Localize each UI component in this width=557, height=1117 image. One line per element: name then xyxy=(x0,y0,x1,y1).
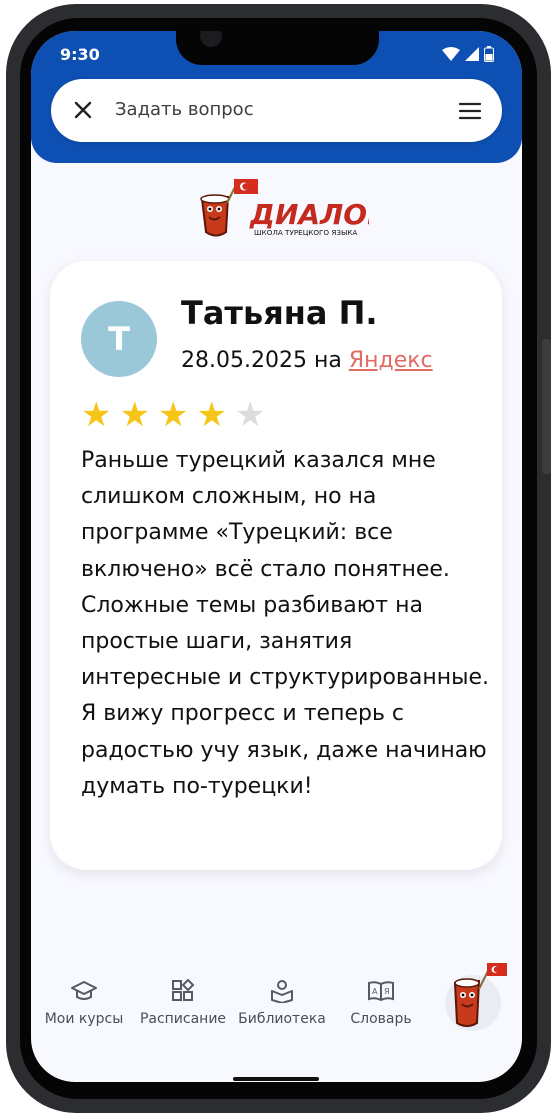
status-time: 9:30 xyxy=(60,45,100,64)
review-source-link[interactable]: Яндекс xyxy=(349,348,433,373)
status-icons xyxy=(442,46,494,62)
review-meta: 28.05.2025 на Яндекс xyxy=(181,348,433,373)
school-logo: ДИАЛОГ ШКОЛА ТУРЕЦКОГО ЯЗЫКА xyxy=(200,179,369,237)
review-preposition: на xyxy=(313,348,342,373)
nav-label: Расписание xyxy=(139,1011,227,1027)
avatar: Т xyxy=(81,301,157,377)
logo-tagline: ШКОЛА ТУРЕЦКОГО ЯЗЫКА xyxy=(254,228,357,237)
assistant-mascot[interactable] xyxy=(437,961,509,1033)
review-date: 28.05.2025 xyxy=(181,348,307,373)
star-icon: ★ xyxy=(119,395,150,435)
nav-schedule[interactable]: Расписание xyxy=(135,979,231,1027)
nav-label: Мои курсы xyxy=(44,1011,124,1027)
logo-brand: ДИАЛОГ xyxy=(249,198,369,231)
nav-dictionary[interactable]: AЯ Словарь xyxy=(333,979,429,1027)
app-header: 9:30 Задать вопрос xyxy=(31,31,522,163)
grid-icon xyxy=(172,979,195,1001)
nav-label: Библиотека xyxy=(238,1011,326,1027)
book-user-icon xyxy=(271,980,293,1003)
nav-label: Словарь xyxy=(350,1011,412,1027)
app-screen: 9:30 Задать вопрос ДИАЛОГ ШКОЛА ТУРЕЦКОГ… xyxy=(31,31,522,1082)
dictionary-icon: AЯ xyxy=(368,981,394,1002)
star-rating: ★ ★ ★ ★ ★ xyxy=(81,396,265,434)
battery-icon xyxy=(484,46,494,62)
star-icon: ★ xyxy=(234,395,266,435)
menu-icon[interactable] xyxy=(458,101,482,121)
notch xyxy=(176,31,379,65)
review-text: Раньше турецкий казался мне слишком слож… xyxy=(81,448,490,799)
star-icon: ★ xyxy=(81,395,112,435)
signal-icon xyxy=(465,47,479,61)
home-indicator[interactable] xyxy=(233,1077,319,1081)
review-card: Т Татьяна П. 28.05.2025 на Яндекс ★ ★ ★ … xyxy=(50,261,502,870)
graduation-cap-icon xyxy=(71,981,97,1000)
camera-icon xyxy=(200,31,222,47)
search-bar[interactable]: Задать вопрос xyxy=(51,79,502,142)
nav-my-courses[interactable]: Мои курсы xyxy=(36,979,132,1027)
search-placeholder[interactable]: Задать вопрос xyxy=(115,99,254,120)
side-button xyxy=(542,339,551,474)
star-icon: ★ xyxy=(196,395,227,435)
star-icon: ★ xyxy=(157,395,189,435)
close-icon[interactable] xyxy=(73,100,93,120)
reviewer-name: Татьяна П. xyxy=(181,294,378,332)
wifi-icon xyxy=(442,47,460,61)
svg-text:A: A xyxy=(372,987,378,996)
svg-text:Я: Я xyxy=(384,987,390,996)
nav-library[interactable]: Библиотека xyxy=(234,979,330,1027)
